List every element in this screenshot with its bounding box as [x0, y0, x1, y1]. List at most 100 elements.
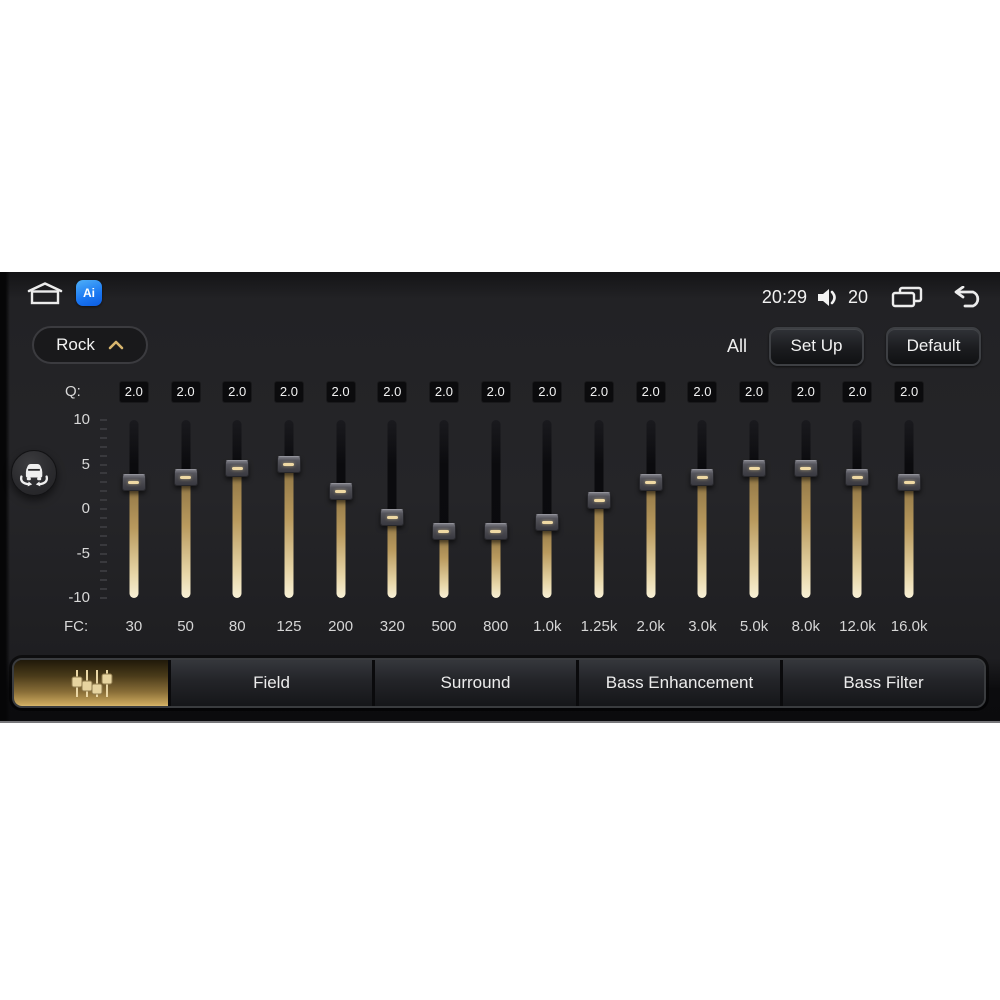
q-value-badge[interactable]: 2.0	[894, 381, 925, 403]
default-button[interactable]: Default	[886, 326, 981, 366]
slider-fill	[594, 500, 604, 598]
handle-dash	[128, 480, 140, 484]
slider-fill	[232, 468, 242, 598]
tab-equalizer[interactable]	[14, 660, 168, 706]
eq-band-slider[interactable]	[418, 420, 470, 598]
axis-tick	[100, 445, 107, 448]
chevron-up-icon	[108, 340, 124, 350]
axis-tick	[100, 525, 107, 528]
eq-band-slider[interactable]	[728, 420, 780, 598]
q-cell: 2.0	[677, 381, 729, 403]
eq-band-slider[interactable]	[108, 420, 160, 598]
q-value-row: 2.0 2.0 2.0 2.0 2.0 2.0 2.0 2.0 2.0 2.0 2.0 2.0 2.0 2…	[108, 381, 935, 403]
recent-apps-icon[interactable]	[891, 286, 923, 309]
slider-handle[interactable]	[793, 460, 818, 478]
volume-level: 20	[847, 286, 868, 307]
fc-row-label: FC:	[64, 618, 89, 635]
slider-handle[interactable]	[638, 473, 663, 491]
freq-label: 800	[483, 618, 509, 635]
handle-dash	[903, 480, 915, 484]
q-value-badge[interactable]: 2.0	[584, 381, 615, 403]
q-cell: 2.0	[883, 381, 935, 403]
eq-band-slider[interactable]	[832, 420, 884, 598]
slider-handle[interactable]	[276, 456, 301, 473]
slider-handle[interactable]	[483, 522, 508, 540]
slider-handle[interactable]	[897, 473, 922, 491]
preset-selector[interactable]: Rock	[32, 326, 148, 364]
eq-band-slider[interactable]	[211, 420, 263, 598]
bottom-tab-bar: Field Surround Bass Enhancement Bass Filter	[12, 658, 986, 708]
q-value-badge[interactable]: 2.0	[480, 381, 511, 403]
eq-band-slider[interactable]	[366, 420, 418, 598]
freq-label: 1.25k	[580, 618, 618, 635]
q-value-badge[interactable]: 2.0	[428, 381, 459, 403]
setup-button[interactable]: Set Up	[769, 326, 864, 366]
slider-fill	[749, 468, 759, 598]
slider-handle[interactable]	[173, 469, 198, 487]
slider-handle[interactable]	[225, 460, 250, 478]
slider-handle[interactable]	[690, 469, 715, 487]
handle-dash	[851, 476, 863, 480]
slider-handle[interactable]	[121, 473, 146, 491]
eq-band-slider[interactable]	[883, 420, 935, 598]
slider-handle[interactable]	[328, 482, 353, 500]
ai-assistant-icon[interactable]: Ai	[76, 280, 102, 306]
q-value-badge[interactable]: 2.0	[118, 381, 149, 403]
axis-label: 0	[81, 500, 90, 517]
handle-dash	[541, 520, 553, 524]
car-surround-button[interactable]	[11, 450, 57, 496]
handle-dash	[593, 498, 605, 502]
q-value-badge[interactable]: 2.0	[273, 381, 304, 403]
axis-tick	[100, 543, 107, 546]
freq-label: 5.0k	[739, 618, 769, 635]
q-value-badge[interactable]: 2.0	[790, 381, 821, 403]
back-icon[interactable]	[950, 286, 984, 308]
q-value-badge[interactable]: 2.0	[222, 381, 253, 403]
eq-sliders	[108, 420, 935, 598]
eq-band-slider[interactable]	[160, 420, 212, 598]
slider-fill	[129, 482, 139, 598]
slider-handle[interactable]	[431, 522, 456, 540]
eq-band-slider[interactable]	[522, 420, 574, 598]
tab-field[interactable]: Field	[168, 660, 372, 706]
eq-band-slider[interactable]	[780, 420, 832, 598]
tab-bass-filter[interactable]: Bass Filter	[780, 660, 984, 706]
axis-tick	[100, 427, 107, 430]
tab-bass-enhancement[interactable]: Bass Enhancement	[576, 660, 780, 706]
header-actions: All Set Up Default	[727, 326, 981, 366]
eq-band-slider[interactable]	[677, 420, 729, 598]
tab-surround[interactable]: Surround	[372, 660, 576, 706]
slider-fill	[336, 491, 346, 598]
eq-band-slider[interactable]	[470, 420, 522, 598]
slider-handle[interactable]	[380, 509, 405, 527]
q-value-badge[interactable]: 2.0	[842, 381, 873, 403]
status-bar: Ai 20:29 20	[0, 280, 1000, 314]
slider-fill	[181, 477, 191, 598]
q-cell: 2.0	[780, 381, 832, 403]
slider-handle[interactable]	[587, 491, 612, 509]
all-button[interactable]: All	[727, 336, 747, 357]
slider-handle[interactable]	[535, 513, 560, 531]
q-cell: 2.0	[573, 381, 625, 403]
volume-icon[interactable]	[816, 287, 839, 308]
handle-dash	[645, 480, 657, 484]
q-value-badge[interactable]: 2.0	[325, 381, 356, 403]
handle-dash	[696, 476, 708, 480]
eq-band-slider[interactable]	[573, 420, 625, 598]
q-value-badge[interactable]: 2.0	[635, 381, 666, 403]
slider-fill	[542, 522, 552, 598]
q-value-badge[interactable]: 2.0	[739, 381, 770, 403]
q-value-badge[interactable]: 2.0	[377, 381, 408, 403]
axis-label: -10	[68, 589, 90, 606]
q-value-badge[interactable]: 2.0	[687, 381, 718, 403]
q-value-badge[interactable]: 2.0	[532, 381, 563, 403]
slider-handle[interactable]	[742, 460, 767, 478]
eq-band-slider[interactable]	[263, 420, 315, 598]
freq-label: 3.0k	[688, 618, 717, 635]
q-value-badge[interactable]: 2.0	[170, 381, 201, 403]
status-bar-left: Ai	[27, 280, 102, 306]
slider-handle[interactable]	[845, 469, 870, 487]
home-icon[interactable]	[27, 281, 63, 306]
eq-band-slider[interactable]	[625, 420, 677, 598]
eq-band-slider[interactable]	[315, 420, 367, 598]
